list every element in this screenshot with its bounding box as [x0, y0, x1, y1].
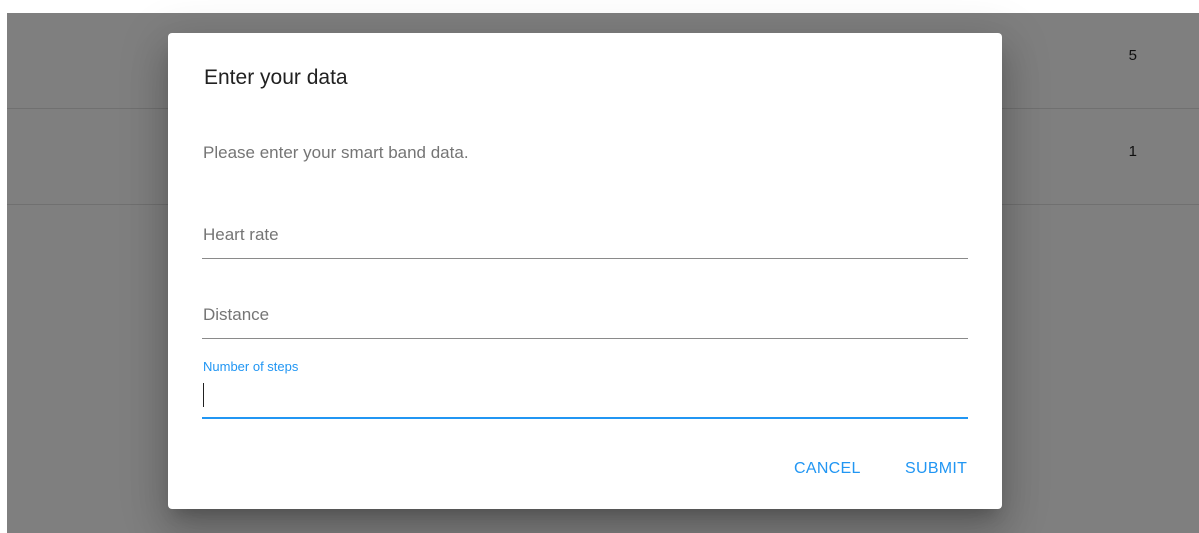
field-underline-focused	[202, 417, 968, 419]
heart-rate-label: Heart rate	[203, 225, 279, 244]
field-underline	[202, 338, 968, 339]
dialog-title: Enter your data	[204, 66, 348, 89]
field-underline	[202, 258, 968, 259]
cancel-button[interactable]: CANCEL	[794, 451, 861, 487]
heart-rate-field[interactable]: Heart rate	[202, 211, 968, 259]
dialog-description: Please enter your smart band data.	[203, 143, 469, 162]
page: 5 1 Enter your data Please enter your sm…	[0, 0, 1199, 533]
steps-input[interactable]	[202, 381, 962, 409]
data-entry-dialog: Enter your data Please enter your smart …	[168, 33, 1002, 509]
steps-label: Number of steps	[203, 359, 299, 374]
distance-label: Distance	[203, 305, 270, 324]
steps-field[interactable]: Number of steps	[202, 353, 968, 419]
text-cursor	[203, 383, 204, 407]
submit-button[interactable]: SUBMIT	[905, 451, 967, 487]
distance-field[interactable]: Distance	[202, 291, 968, 339]
